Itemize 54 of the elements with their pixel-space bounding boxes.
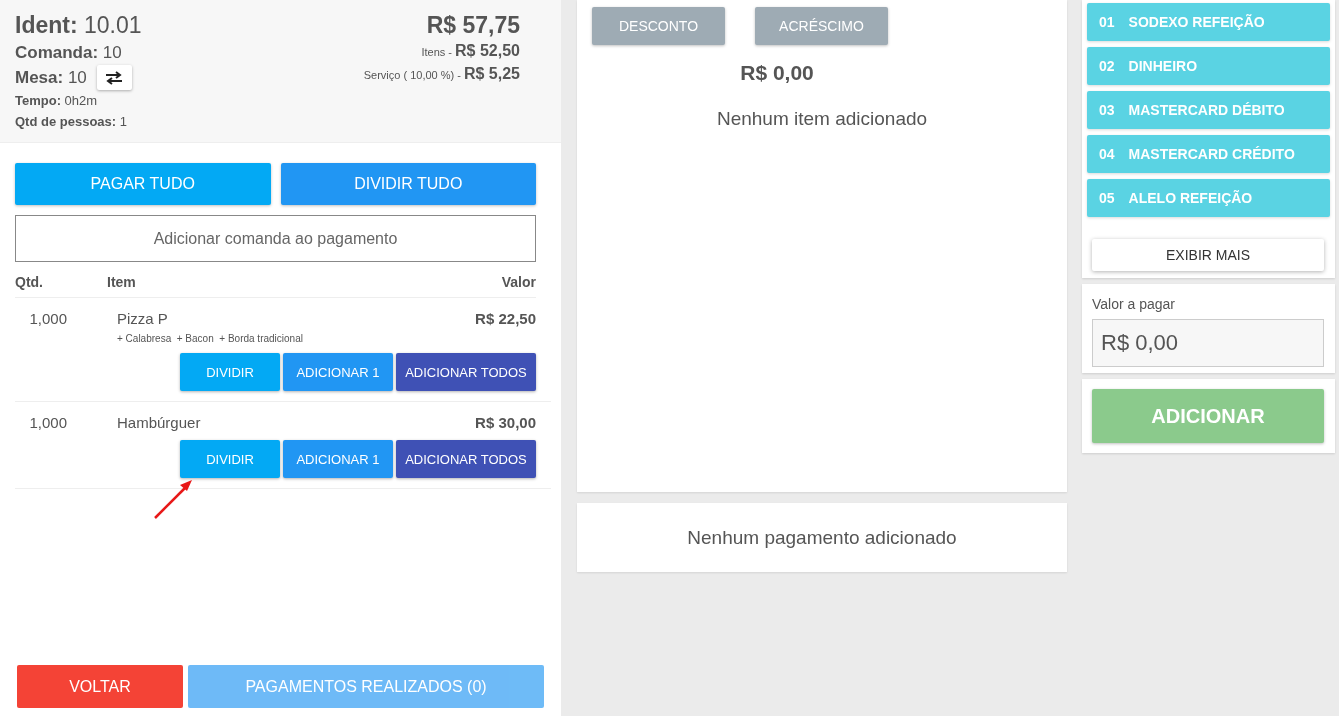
total-amount: R$ 57,75 xyxy=(426,11,520,40)
add-one-button[interactable]: ADICIONAR 1 xyxy=(283,353,393,391)
payment-method-item[interactable]: 05 ALELO REFEIÇÃO xyxy=(1087,179,1330,217)
swap-arrows-icon xyxy=(104,70,125,85)
method-code: 01 xyxy=(1099,14,1115,30)
show-more-button[interactable]: EXIBIR MAIS xyxy=(1092,239,1324,271)
quantity-cell: 1,000 xyxy=(29,414,67,431)
pay-all-button[interactable]: PAGAR TUDO xyxy=(15,163,271,205)
payment-method-item[interactable]: 03 MASTERCARD DÉBITO xyxy=(1087,91,1330,129)
empty-items-message: Nenhum item adicionado xyxy=(716,108,928,130)
amount-input-field[interactable]: R$ 0,00 xyxy=(1092,319,1324,367)
back-button[interactable]: VOLTAR xyxy=(17,665,183,708)
item-price: R$ 30,00 xyxy=(475,414,536,431)
method-name: ALELO REFEIÇÃO xyxy=(1128,190,1253,206)
empty-payments-message: Nenhum pagamento adicionado xyxy=(577,503,1067,572)
method-code: 05 xyxy=(1099,190,1115,206)
ident-label: Ident: 10.01 xyxy=(15,11,142,40)
time-label: Tempo: 0h2m xyxy=(15,92,98,110)
method-code: 02 xyxy=(1099,58,1115,74)
adjustment-amount: R$ 0,00 xyxy=(740,61,814,85)
column-header: Valor xyxy=(501,274,536,290)
discount-button[interactable]: DESCONTO xyxy=(592,7,725,45)
payment-method-item[interactable]: 01 SODEXO REFEIÇÃO xyxy=(1087,3,1330,41)
split-button[interactable]: DIVIDIR xyxy=(180,440,280,478)
item-name: Pizza P xyxy=(117,310,169,327)
swap-table-button[interactable] xyxy=(96,65,132,90)
split-button[interactable]: DIVIDIR xyxy=(180,353,280,391)
column-header: Item xyxy=(107,274,137,290)
table-label: Mesa: 10 xyxy=(15,67,87,89)
surcharge-button[interactable]: ACRÉSCIMO xyxy=(755,7,888,45)
method-code: 03 xyxy=(1099,102,1115,118)
method-code: 04 xyxy=(1099,146,1115,162)
method-name: DINHEIRO xyxy=(1128,58,1198,74)
add-all-button[interactable]: ADICIONAR TODOS xyxy=(396,440,536,478)
item-extras: + Calabresa + Bacon + Borda tradicional xyxy=(117,333,304,344)
column-header: Qtd. xyxy=(15,274,44,290)
method-name: MASTERCARD DÉBITO xyxy=(1128,102,1285,118)
item-price: R$ 22,50 xyxy=(475,310,536,329)
add-all-button[interactable]: ADICIONAR TODOS xyxy=(396,353,536,391)
people-count-label: Qtd de pessoas: 1 xyxy=(15,113,127,131)
add-payment-button[interactable]: ADICIONAR xyxy=(1092,389,1324,443)
method-name: SODEXO REFEIÇÃO xyxy=(1128,14,1265,30)
comanda-label: Comanda: 10 xyxy=(15,42,122,64)
payment-method-item[interactable]: 02 DINHEIRO xyxy=(1087,47,1330,85)
service-fee: Serviço ( 10,00 %) - R$ 5,25 xyxy=(363,64,520,84)
quantity-cell-text: 1,000 xyxy=(29,310,67,329)
split-all-button[interactable]: DIVIDIR TUDO xyxy=(280,163,536,205)
items-subtotal: Itens - R$ 52,50 xyxy=(421,41,520,61)
method-name: MASTERCARD CRÉDITO xyxy=(1128,146,1295,162)
item-name: Hambúrguer xyxy=(117,414,202,431)
amount-label: Valor a pagar xyxy=(1091,295,1176,312)
comanda-input-field[interactable]: Adicionar comanda ao pagamento xyxy=(15,215,536,262)
payment-method-item[interactable]: 04 MASTERCARD CRÉDITO xyxy=(1087,135,1330,173)
add-one-button[interactable]: ADICIONAR 1 xyxy=(283,440,393,478)
